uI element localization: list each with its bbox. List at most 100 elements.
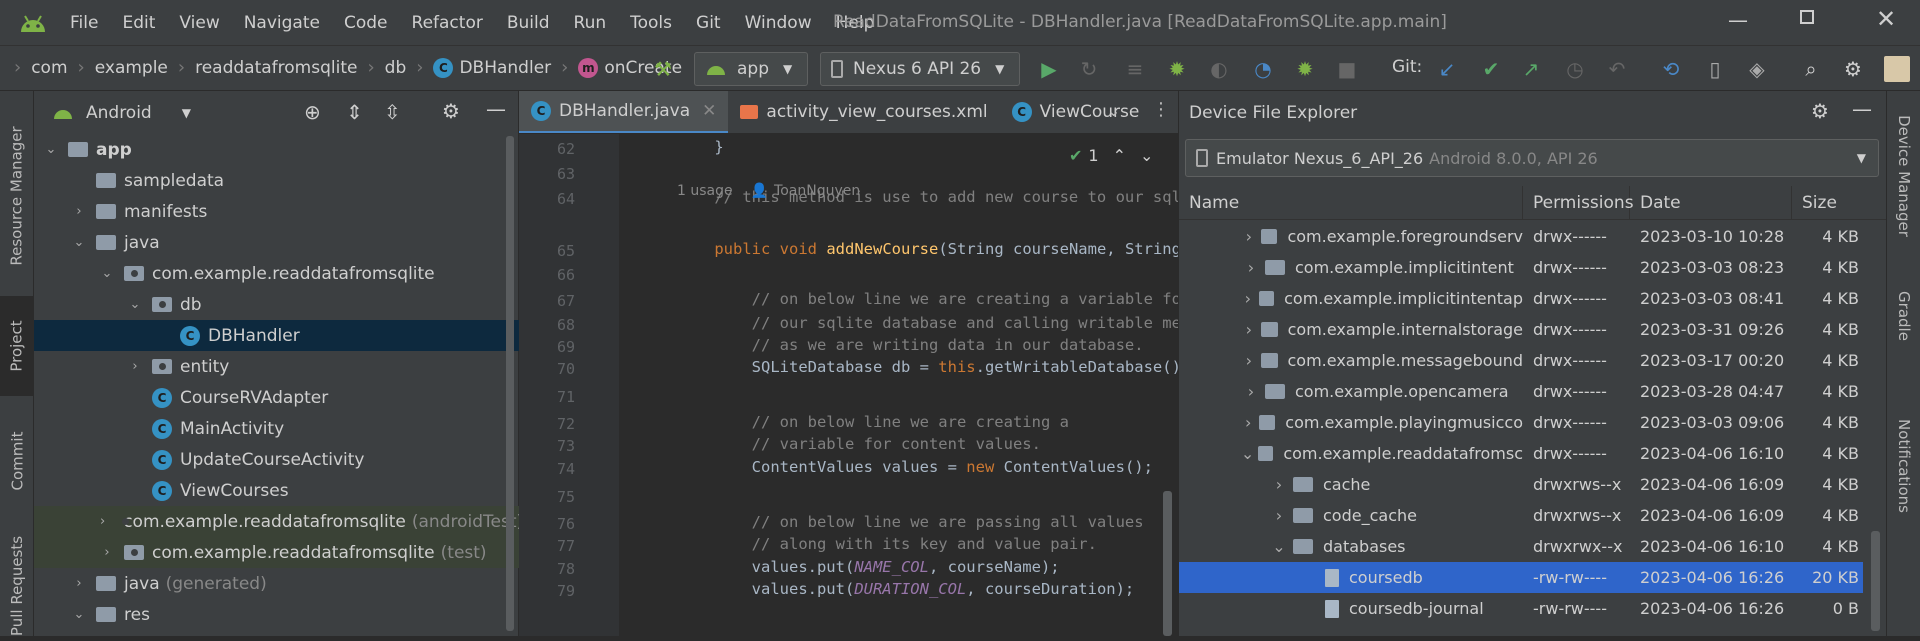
device-select[interactable]: Nexus 6 API 26 ▼ <box>820 52 1020 86</box>
column-date[interactable]: Date <box>1630 186 1792 220</box>
collapse-all-icon[interactable]: ⇳ <box>384 100 401 124</box>
run-config-select[interactable]: app ▼ <box>694 52 808 86</box>
menu-navigate[interactable]: Navigate <box>244 13 320 33</box>
hide-icon[interactable]: — <box>486 97 506 121</box>
editor-scrollbar[interactable] <box>1163 491 1172 636</box>
tab-resource-manager[interactable]: Resource Manager <box>0 111 34 281</box>
column-size[interactable]: Size <box>1792 186 1863 220</box>
gear-icon[interactable]: ⚙ <box>1811 99 1829 123</box>
tree-item-db[interactable]: ⌄ db <box>34 289 519 320</box>
stop-icon[interactable]: ■ <box>1336 57 1358 81</box>
tab-gradle[interactable]: Gradle <box>1887 271 1920 361</box>
gear-icon[interactable]: ⚙ <box>442 99 460 123</box>
chevron-down-icon[interactable]: ⌄ <box>128 297 142 312</box>
tree-item-updatecourseactivity[interactable]: C UpdateCourseActivity <box>34 444 519 475</box>
expand-all-icon[interactable]: ⇕ <box>346 100 363 124</box>
code-area[interactable]: } // this method is use to add new cours… <box>519 134 1178 636</box>
menu-code[interactable]: Code <box>344 13 388 33</box>
tree-item-dbhandler[interactable]: C DBHandler <box>34 320 519 351</box>
debug-icon[interactable]: ✹ <box>1166 57 1188 81</box>
history-icon[interactable]: ◷ <box>1564 57 1586 81</box>
file-row[interactable]: › code_cache drwxrws--x 2023-04-06 16:09 4 K… <box>1179 500 1863 531</box>
chevron-down-icon[interactable]: ⌄ <box>100 266 114 281</box>
chevron-right-icon[interactable]: › <box>72 576 86 591</box>
inspection-widget[interactable]: ✔ 1 ⌃ ⌄ <box>1069 146 1153 165</box>
breadcrumb-com[interactable]: com <box>31 58 67 78</box>
git-push-icon[interactable]: ↗ <box>1520 57 1542 81</box>
git-commit-icon[interactable]: ✔ <box>1480 57 1502 81</box>
apply-changes-icon[interactable]: ≡ <box>1124 57 1146 81</box>
settings-gear-icon[interactable]: ⚙ <box>1842 57 1864 81</box>
project-scrollbar[interactable] <box>506 136 514 631</box>
file-row[interactable]: › com.example.playingmusicco drwx------ 202… <box>1179 407 1863 438</box>
build-hammer-icon[interactable]: ⚒ <box>652 57 674 81</box>
minimize-icon[interactable]: — <box>1728 8 1748 32</box>
device-manager-icon[interactable]: ▯ <box>1704 57 1726 81</box>
chevron-down-icon[interactable]: ⌄ <box>1237 444 1258 463</box>
file-row[interactable]: ⌄ com.example.readdatafromsc drwx------ 202… <box>1179 438 1863 469</box>
chevron-right-icon[interactable]: › <box>128 359 142 374</box>
tree-item-courservadapter[interactable]: C CourseRVAdapter <box>34 382 519 413</box>
tree-item-app[interactable]: ⌄ app <box>34 134 519 165</box>
git-update-icon[interactable]: ↙ <box>1436 57 1458 81</box>
tab-commit[interactable]: Commit <box>0 411 34 511</box>
breadcrumb-db[interactable]: db <box>385 58 407 78</box>
menu-window[interactable]: Window <box>745 13 812 33</box>
chevron-down-icon[interactable]: ⌄ <box>1140 146 1153 165</box>
tab-pull-requests[interactable]: Pull Requests <box>0 531 34 641</box>
menu-edit[interactable]: Edit <box>122 13 155 33</box>
tree-item-entity[interactable]: › entity <box>34 351 519 382</box>
menu-refactor[interactable]: Refactor <box>412 13 483 33</box>
sync-gradle-icon[interactable]: ⟲ <box>1660 57 1682 81</box>
chevron-right-icon[interactable]: › <box>1237 320 1261 339</box>
column-name[interactable]: Name <box>1179 186 1523 220</box>
tab-notifications[interactable]: Notifications <box>1887 391 1920 541</box>
restore-icon[interactable] <box>1800 10 1814 24</box>
menu-git[interactable]: Git <box>696 13 721 33</box>
rerun-icon[interactable]: ↻ <box>1078 57 1100 81</box>
search-icon[interactable]: ⌕ <box>1800 57 1822 81</box>
chevron-right-icon[interactable]: › <box>100 514 105 529</box>
chevron-right-icon[interactable]: › <box>1237 382 1265 401</box>
tab-viewcourses[interactable]: C ViewCourse <box>1000 91 1152 133</box>
more-options-icon[interactable]: ⋮ <box>1152 99 1170 120</box>
close-tab-icon[interactable]: ✕ <box>702 101 716 121</box>
chevron-down-icon[interactable]: ⌄ <box>72 607 86 622</box>
device-selector[interactable]: Emulator Nexus_6_API_26 Android 8.0.0, A… <box>1185 139 1879 177</box>
file-row[interactable]: › com.example.messagebound drwx------ 2023-… <box>1179 345 1863 376</box>
coverage-icon[interactable]: ✹ <box>1294 57 1316 81</box>
file-row[interactable]: › com.example.implicitintentap drwx------ 2… <box>1179 283 1863 314</box>
chevron-right-icon[interactable]: › <box>72 204 86 219</box>
column-permissions[interactable]: Permissions <box>1523 186 1634 220</box>
tree-item-viewcourses[interactable]: C ViewCourses <box>34 475 519 506</box>
chevron-right-icon[interactable]: › <box>100 545 114 560</box>
dfe-scrollbar[interactable] <box>1871 531 1880 631</box>
tab-device-manager[interactable]: Device Manager <box>1887 101 1920 251</box>
tab-project[interactable]: Project <box>0 296 34 396</box>
menu-view[interactable]: View <box>179 13 219 33</box>
attach-debugger-icon[interactable]: ◐ <box>1208 57 1230 81</box>
tree-item-mainactivity[interactable]: C MainActivity <box>34 413 519 444</box>
chevron-down-icon[interactable]: ⌄ <box>44 142 58 157</box>
chevron-right-icon[interactable]: › <box>1237 227 1261 246</box>
menu-tools[interactable]: Tools <box>630 13 672 33</box>
breadcrumb-example[interactable]: example <box>95 58 168 78</box>
file-row[interactable]: coursedb -rw-rw---- 2023-04-06 16:26 20 KB <box>1179 562 1863 593</box>
chevron-down-icon[interactable]: ⌄ <box>1265 537 1293 556</box>
rollback-icon[interactable]: ↶ <box>1606 57 1628 81</box>
file-row[interactable]: › com.example.internalstorage drwx------ 20… <box>1179 314 1863 345</box>
tree-item-package[interactable]: ⌄ com.example.readdatafromsqlite <box>34 258 519 289</box>
breadcrumb-dbhandler[interactable]: DBHandler <box>459 58 551 78</box>
chevron-down-icon[interactable]: ▼ <box>182 106 191 120</box>
file-row[interactable]: › com.example.opencamera drwx------ 2023-03… <box>1179 376 1863 407</box>
profile-icon[interactable]: ◔ <box>1252 57 1274 81</box>
tree-item-android-test[interactable]: › com.example.readdatafromsqlite (androidT… <box>34 506 523 537</box>
tree-item-sampledata[interactable]: sampledata <box>34 165 519 196</box>
hide-icon[interactable]: — <box>1852 97 1872 121</box>
menu-file[interactable]: File <box>70 13 98 33</box>
usage-hint[interactable]: 1 usage <box>677 183 733 199</box>
file-row[interactable]: › cache drwxrws--x 2023-04-06 16:09 4 KB <box>1179 469 1863 500</box>
chevron-right-icon[interactable]: › <box>1237 258 1265 277</box>
chevron-right-icon[interactable]: › <box>1265 475 1293 494</box>
run-icon[interactable]: ▶ <box>1038 57 1060 81</box>
